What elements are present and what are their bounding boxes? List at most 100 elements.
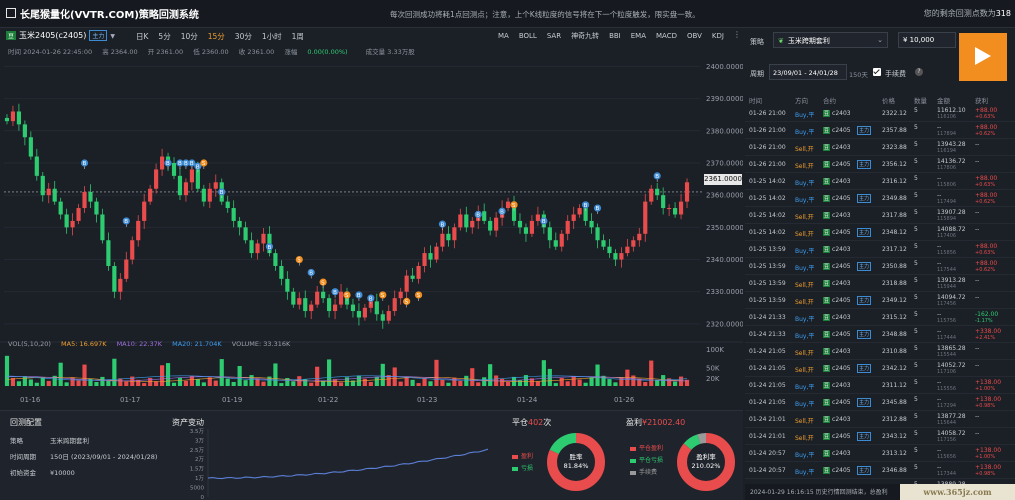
indicator-tab[interactable]: KDJ (712, 32, 724, 40)
x-tick-label: 01-24 (517, 396, 538, 404)
trade-row[interactable]: 01-24 21:05 Sell,开 豆 c2405 主力 2342.12 5 14052.7… (745, 361, 1015, 377)
trade-row[interactable]: 01-25 13:59 Buy,平 豆 c2403 2317.12 5 -- 115856 +8… (745, 242, 1015, 258)
period-tab[interactable]: 日K (136, 31, 148, 42)
trade-signal-marker[interactable]: B (540, 217, 548, 227)
trade-signal-marker[interactable]: B (593, 204, 602, 215)
period-tab[interactable]: 5分 (158, 31, 170, 42)
trade-row[interactable]: 01-26 21:00 Buy,平 豆 c2405 主力 2357.88 5 -- 117894… (745, 123, 1015, 139)
trade-row[interactable]: 01-25 14:02 Sell,开 豆 c2405 主力 2348.12 5 14088.7… (745, 225, 1015, 241)
period-tab[interactable]: 10分 (181, 31, 198, 42)
trade-signal-marker[interactable]: B (122, 217, 130, 227)
candlestick-chart[interactable]: 2400.0000 2390.0000 2380.0000 2370.0000 2360… (0, 54, 743, 404)
trade-time: 01-25 13:59 (749, 246, 786, 253)
status-footer: 2024-01-29 16:16:15 历史行情回测结束，总盈利 www.365… (745, 484, 1015, 500)
trade-row[interactable]: 01-25 14:02 Buy,平 豆 c2403 2316.12 5 -- 115806 +8… (745, 174, 1015, 190)
indicator-tab[interactable]: MACD (656, 32, 677, 40)
trade-row[interactable]: 01-26 21:00 Sell,开 豆 c2405 主力 2356.12 5 14136.7… (745, 157, 1015, 173)
trade-signal-marker[interactable]: S (403, 297, 411, 308)
contract-badge: 豆 (823, 263, 831, 270)
trade-signal-marker[interactable]: B (265, 243, 274, 253)
trade-signal-marker[interactable]: S (295, 255, 303, 266)
trade-amount: -- (937, 379, 942, 386)
trade-row[interactable]: 01-24 21:05 Buy,平 豆 c2403 2311.12 5 -- 115556 +1… (745, 378, 1015, 394)
trade-signal-marker[interactable]: B (80, 159, 89, 169)
trade-signal-marker[interactable]: S (379, 291, 387, 301)
trade-row[interactable]: 01-25 14:02 Buy,平 豆 c2405 主力 2349.88 5 -- 117494… (745, 191, 1015, 207)
trade-time: 01-25 14:02 (749, 195, 786, 202)
period-label: 周期 (750, 70, 764, 78)
trade-signal-marker[interactable]: B (307, 268, 315, 279)
trade-row[interactable]: 01-26 21:00 Sell,开 豆 c2403 2323.88 5 13943.28 1… (745, 140, 1015, 156)
candle-body (4, 117, 10, 122)
trade-signal-marker[interactable]: B (218, 188, 226, 198)
trade-signal-marker[interactable]: S (510, 201, 518, 211)
indicator-tab[interactable]: MA (498, 32, 509, 40)
trade-signal-marker[interactable]: B (474, 210, 482, 221)
trade-row[interactable]: 01-25 13:59 Buy,平 豆 c2405 主力 2350.88 5 -- 117544… (745, 259, 1015, 275)
indicator-tab[interactable]: BOLL (519, 32, 537, 40)
contract-code: c2403 (832, 382, 851, 389)
trades-table-body[interactable]: 01-26 21:00 Buy,平豆 c2403 2322.12 5 11612.10 11… (745, 106, 1015, 484)
trade-row[interactable]: 01-24 21:33 Buy,平 豆 c2403 2315.12 5 -- 115756 -1… (745, 310, 1015, 326)
more-icon[interactable]: ⋮ (733, 30, 741, 39)
trade-signal-marker[interactable]: S (200, 159, 208, 169)
x-tick-label: 01-26 (614, 396, 635, 404)
candle-body (10, 111, 16, 122)
trade-row[interactable]: 01-24 21:01 Sell,开 豆 c2405 主力 2343.12 5 14058.7… (745, 429, 1015, 445)
period-tab[interactable]: 1周 (292, 31, 304, 42)
trade-signal-marker[interactable]: B (188, 159, 196, 169)
period-range-input[interactable]: 23/09/01 - 24/01/28 (769, 64, 847, 80)
x-tick-label: 01-17 (120, 396, 140, 404)
trade-row[interactable]: 01-24 21:33 Buy,平 豆 c2405 主力 2348.88 5 -- 117444… (745, 327, 1015, 343)
marker-label: B (184, 161, 188, 167)
trade-signal-marker[interactable]: B (438, 220, 447, 231)
indicator-tab[interactable]: 神奇九转 (571, 31, 599, 41)
trade-row[interactable]: 01-25 13:59 Sell,开 豆 c2403 2318.88 5 13913.28 1… (745, 276, 1015, 292)
trade-row[interactable]: 01-26 21:00 Buy,平 豆 c2403 2322.12 5 11612.10 11… (745, 106, 1015, 122)
volume-legend: VOL(5,10,20) MA5: 16.697K MA10: 22.37K M… (8, 340, 298, 348)
trade-signal-marker[interactable]: B (331, 288, 339, 298)
trade-signal-marker[interactable]: B (182, 159, 190, 169)
trade-row[interactable]: 01-24 20:57 Buy,平 豆 c2403 2313.12 5 -- 115656 +1… (745, 446, 1015, 462)
trade-row[interactable]: 01-25 14:02 Sell,开 豆 c2403 2317.88 5 13907.28 1… (745, 208, 1015, 224)
trade-row[interactable]: 01-24 21:01 Sell,开 豆 c2403 2312.88 5 13877.28 1… (745, 412, 1015, 428)
period-tab[interactable]: 30分 (235, 31, 252, 42)
capital-input[interactable]: ¥ 10,000 (898, 32, 956, 48)
strategy-select[interactable]: ❦ 玉米跨期套利 ⌄ (773, 32, 888, 48)
trade-signal-marker[interactable]: S (319, 278, 327, 289)
symbol-selector[interactable]: 豆玉米2405(c2405) 主力 ▼ (6, 30, 115, 41)
trade-row[interactable]: 01-24 21:05 Sell,开 豆 c2403 2310.88 5 13865.28 1… (745, 344, 1015, 360)
run-backtest-button[interactable] (959, 33, 1007, 81)
trade-amount: -- (937, 464, 942, 471)
indicator-tab[interactable]: OBV (687, 32, 702, 40)
trade-signal-marker[interactable]: B (164, 159, 172, 169)
trade-signal-marker[interactable]: B (367, 294, 375, 305)
trade-signal-marker[interactable]: B (582, 201, 590, 211)
trade-row[interactable]: 01-25 13:59 Sell,开 豆 c2405 主力 2349.12 5 14094.7… (745, 293, 1015, 309)
help-icon[interactable]: ? (915, 68, 923, 76)
indicator-tab[interactable]: EMA (631, 32, 646, 40)
trade-signal-marker[interactable]: S (343, 291, 351, 301)
trade-signal-marker[interactable]: B (194, 162, 202, 173)
trade-row[interactable]: 01-24 20:57 Buy,平 豆 c2405 主力 2346.88 5 -- 117344… (745, 463, 1015, 479)
trade-price: 2350.88 (882, 263, 907, 270)
trade-signal-marker[interactable]: B (176, 159, 184, 169)
trade-signal-marker[interactable]: S (414, 291, 423, 301)
indicator-tab[interactable]: BBI (609, 32, 621, 40)
trade-signal-marker[interactable]: B (653, 172, 661, 182)
trade-row[interactable]: 01-24 21:05 Buy,平 豆 c2405 主力 2345.88 5 -- 117294… (745, 395, 1015, 411)
volume-bar (517, 380, 523, 386)
indicator-tab[interactable]: SAR (547, 32, 561, 40)
fee-checkbox[interactable] (873, 68, 881, 76)
trade-amount-sub: 115856 (937, 250, 957, 256)
marker-label: S (381, 293, 385, 299)
candle-body (255, 243, 260, 254)
trade-amount-sub: 115894 (937, 216, 957, 222)
marker-label: B (178, 161, 182, 167)
volume-bar (643, 382, 648, 386)
period-tab[interactable]: 1小时 (262, 31, 282, 42)
period-tab[interactable]: 15分 (208, 31, 225, 42)
trade-signal-marker[interactable]: B (355, 291, 363, 301)
candle-body (643, 201, 648, 234)
trade-signal-marker[interactable]: B (498, 207, 506, 218)
